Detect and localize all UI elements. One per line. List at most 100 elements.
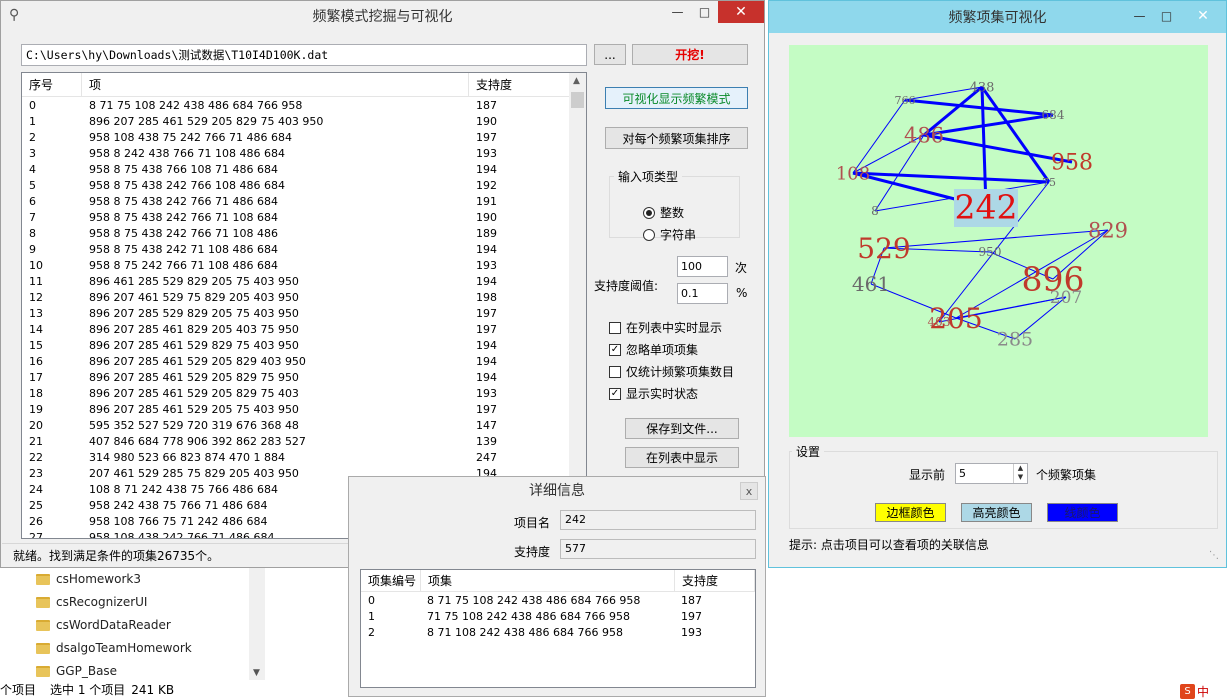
- scroll-thumb[interactable]: [571, 92, 584, 108]
- checkbox-checked-icon[interactable]: ✓: [609, 343, 621, 356]
- table-row[interactable]: 14 896 207 285 461 829 205 403 75 950 197: [22, 322, 570, 338]
- related-itemset-list[interactable]: 项集编号 项集 支持度 0 8 71 75 108 242 438 486 684…: [360, 569, 756, 688]
- explorer-folder-item[interactable]: csHomework3: [36, 568, 141, 590]
- graph-node-684[interactable]: 684: [1042, 108, 1065, 122]
- explorer-folder-item[interactable]: csRecognizerUI: [36, 591, 147, 613]
- explorer-folder-item[interactable]: GGP_Base: [36, 660, 117, 682]
- resize-grip-icon[interactable]: ⋱: [1209, 550, 1219, 561]
- table-row[interactable]: 0 8 71 75 108 242 438 486 684 766 958 187: [22, 98, 570, 114]
- checkbox-realtime-list[interactable]: 在列表中实时显示: [609, 319, 722, 336]
- itemset-list[interactable]: 序号 项 支持度 0 8 71 75 108 242 438 486 684 76…: [21, 72, 587, 539]
- column-header-itemset-id[interactable]: 项集编号: [361, 570, 421, 592]
- checkbox-icon[interactable]: [609, 321, 621, 334]
- table-row[interactable]: 2 958 108 438 75 242 766 71 486 684 197: [22, 130, 570, 146]
- top-n-stepper[interactable]: 5 ▲ ▼: [955, 463, 1028, 484]
- column-header-items[interactable]: 项: [82, 73, 469, 97]
- close-icon[interactable]: ✕: [1180, 5, 1226, 27]
- table-row[interactable]: 4 958 8 75 438 766 108 71 486 684 194: [22, 162, 570, 178]
- table-row[interactable]: 3 958 8 242 438 766 71 108 486 684 193: [22, 146, 570, 162]
- maximize-icon[interactable]: □: [691, 1, 718, 23]
- table-row[interactable]: 5 958 8 75 438 242 766 108 486 684 192: [22, 178, 570, 194]
- save-to-file-button[interactable]: 保存到文件...: [625, 418, 739, 439]
- table-row[interactable]: 19 896 207 285 461 529 205 75 403 950 197: [22, 402, 570, 418]
- column-header-itemset[interactable]: 项集: [421, 570, 675, 592]
- table-row[interactable]: 10 958 8 75 242 766 71 108 486 684 193: [22, 258, 570, 274]
- minimize-icon[interactable]: —: [664, 1, 691, 23]
- table-row[interactable]: 22 314 980 523 66 823 874 470 1 884 247: [22, 450, 570, 466]
- graph-node-829[interactable]: 829: [1088, 218, 1128, 242]
- radio-string[interactable]: 字符串: [643, 226, 696, 243]
- checkbox-icon[interactable]: [609, 365, 621, 378]
- highlight-color-button[interactable]: 高亮颜色: [961, 503, 1032, 522]
- itemset-graph[interactable]: 438766684486958108 758 242829529 9508964612…: [789, 45, 1208, 437]
- table-row[interactable]: 16 896 207 285 461 529 205 829 403 950 194: [22, 354, 570, 370]
- threshold-count-input[interactable]: 100: [677, 256, 728, 277]
- table-row[interactable]: 6 958 8 75 438 242 766 71 486 684 191: [22, 194, 570, 210]
- line-color-button[interactable]: 线颜色: [1047, 503, 1118, 522]
- chevron-down-icon[interactable]: ▼: [1018, 473, 1023, 481]
- close-icon[interactable]: x: [740, 482, 758, 500]
- explorer-folder-item[interactable]: dsalgoTeamHomework: [36, 637, 192, 659]
- graph-node-242[interactable]: 242: [955, 188, 1018, 227]
- explorer-scrollbar[interactable]: ▼: [249, 560, 265, 680]
- border-color-button[interactable]: 边框颜色: [875, 503, 946, 522]
- graph-node-8[interactable]: 8: [871, 204, 879, 218]
- table-row[interactable]: 12 896 207 461 529 75 829 205 403 950 198: [22, 290, 570, 306]
- explorer-folder-item[interactable]: csWordDataReader: [36, 614, 171, 636]
- table-row[interactable]: 20 595 352 527 529 720 319 676 368 48 147: [22, 418, 570, 434]
- table-row[interactable]: 18 896 207 285 461 529 205 829 75 403 193: [22, 386, 570, 402]
- table-row[interactable]: 13 896 207 285 529 829 205 75 403 950 197: [22, 306, 570, 322]
- checkbox-checked-icon[interactable]: ✓: [609, 387, 621, 400]
- chevron-up-icon[interactable]: ▲: [573, 76, 580, 86]
- graph-node-950[interactable]: 950: [979, 245, 1002, 259]
- table-row[interactable]: 7 958 8 75 438 242 766 71 108 684 190: [22, 210, 570, 226]
- table-row[interactable]: 1 71 75 108 242 438 486 684 766 958 197: [361, 609, 755, 625]
- table-row[interactable]: 8 958 8 75 438 242 766 71 108 486 189: [22, 226, 570, 242]
- graph-node-766[interactable]: 766: [895, 94, 916, 107]
- column-header-index[interactable]: 序号: [22, 73, 82, 97]
- visualize-button[interactable]: 可视化显示频繁模式: [605, 87, 748, 109]
- minimize-icon[interactable]: —: [1126, 5, 1153, 27]
- table-row[interactable]: 11 896 461 285 529 829 205 75 403 950 194: [22, 274, 570, 290]
- graph-node-486[interactable]: 486: [904, 123, 944, 147]
- graph-node-958[interactable]: 958: [1051, 151, 1093, 176]
- table-row[interactable]: 2 8 71 108 242 438 486 684 766 958 193: [361, 625, 755, 641]
- table-row[interactable]: 1 896 207 285 461 529 205 829 75 403 950 1…: [22, 114, 570, 130]
- table-row[interactable]: 0 8 71 75 108 242 438 486 684 766 958 187: [361, 593, 755, 609]
- stepper-buttons[interactable]: ▲ ▼: [1013, 464, 1027, 483]
- radio-selected-icon[interactable]: [643, 206, 655, 219]
- list-scrollbar[interactable]: ▲: [569, 73, 586, 538]
- graph-node-75[interactable]: 75: [1042, 176, 1056, 189]
- threshold-percent-input[interactable]: 0.1: [677, 283, 728, 304]
- ime-indicator[interactable]: S 中: [1180, 683, 1209, 699]
- close-icon[interactable]: ✕: [718, 1, 764, 23]
- checkbox-realtime-status[interactable]: ✓ 显示实时状态: [609, 385, 698, 402]
- maximize-icon[interactable]: □: [1153, 5, 1180, 27]
- table-row[interactable]: 9 958 8 75 438 242 71 108 486 684 194: [22, 242, 570, 258]
- graph-node-461[interactable]: 461: [852, 272, 890, 296]
- graph-node-529[interactable]: 529: [857, 232, 910, 265]
- graph-node-108[interactable]: 108: [836, 163, 870, 184]
- table-row[interactable]: 15 896 207 285 461 529 829 75 403 950 194: [22, 338, 570, 354]
- table-row[interactable]: 17 896 207 285 461 529 205 829 75 950 194: [22, 370, 570, 386]
- main-titlebar[interactable]: 频繁模式挖掘与可视化: [1, 1, 764, 31]
- radio-unselected-icon[interactable]: [643, 228, 655, 241]
- graph-node-285[interactable]: 285: [997, 329, 1033, 351]
- file-path-input[interactable]: C:\Users\hy\Downloads\测试数据\T10I4D100K.da…: [21, 44, 587, 66]
- graph-node-438[interactable]: 438: [970, 81, 995, 96]
- graph-node-207[interactable]: 207: [1050, 288, 1082, 308]
- start-mining-button[interactable]: 开挖!: [632, 44, 748, 65]
- detail-titlebar[interactable]: 详细信息: [349, 477, 765, 503]
- radio-integer[interactable]: 整数: [643, 204, 684, 221]
- itemset-graph-canvas[interactable]: 438 766 684 486 958 108 75 8 242 829 529 950 896 461 2…: [789, 45, 1208, 437]
- sort-itemsets-button[interactable]: 对每个频繁项集排序: [605, 127, 748, 149]
- chevron-up-icon[interactable]: ▲: [1018, 464, 1023, 472]
- column-header-support[interactable]: 支持度: [675, 570, 755, 592]
- chevron-down-icon[interactable]: ▼: [253, 668, 260, 678]
- checkbox-count-only[interactable]: 仅统计频繁项集数目: [609, 363, 734, 380]
- show-in-list-button[interactable]: 在列表中显示: [625, 447, 739, 468]
- checkbox-ignore-single[interactable]: ✓ 忽略单项项集: [609, 341, 698, 358]
- table-row[interactable]: 21 407 846 684 778 906 392 862 283 527 139: [22, 434, 570, 450]
- browse-button[interactable]: ...: [594, 44, 626, 65]
- column-header-support[interactable]: 支持度: [469, 73, 570, 97]
